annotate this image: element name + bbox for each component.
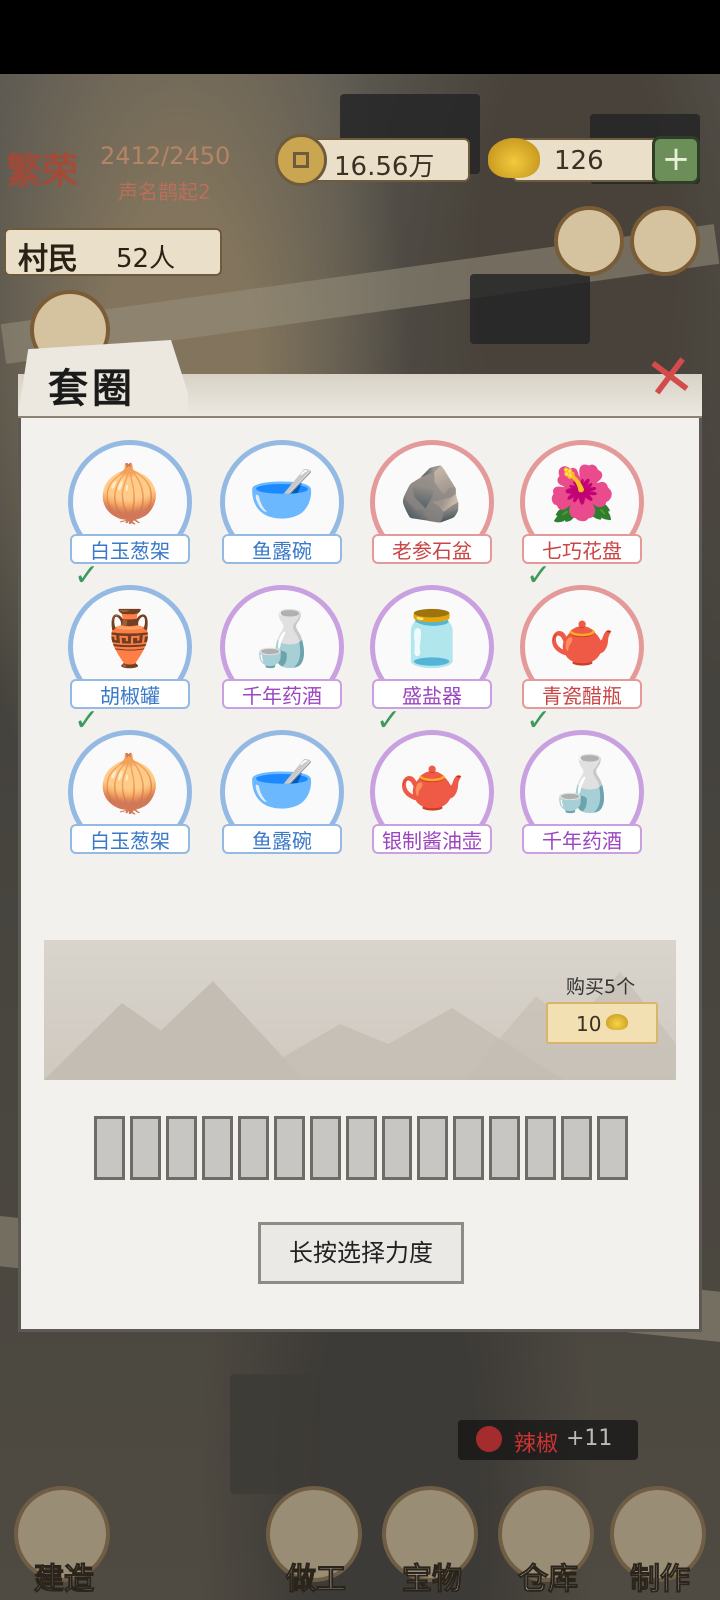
prize-grid: 🧅 白玉葱架 🥣 鱼露碗 🪨 老参石盆 🌺 七巧花盘 🏺 胡椒罐 ✓ 🍶 千年药酒 🫙 盛盐器 🫖 青瓷醋瓶 ✓ 🧅… xyxy=(40,440,680,870)
hold-to-select-power-button[interactable]: 长按选择力度 xyxy=(258,1222,464,1284)
prize-item: 🥣 鱼露碗 xyxy=(220,440,344,570)
prize-label: 鱼露碗 xyxy=(222,824,342,854)
toast-item: 辣椒 xyxy=(514,1432,559,1457)
nav-label: 建造 xyxy=(34,1562,95,1598)
nav-build[interactable]: 建造 xyxy=(4,1486,124,1600)
villager-label: 村民 xyxy=(18,242,78,277)
resource-toast: 辣椒 +11 xyxy=(458,1420,638,1460)
prize-item: 🫖 青瓷醋瓶 xyxy=(520,585,644,715)
power-segment xyxy=(201,1116,233,1180)
bowl-icon: 🥣 xyxy=(248,752,316,815)
checkmark-icon: ✓ xyxy=(526,558,552,593)
silver-kettle-icon: 🫖 xyxy=(398,752,466,815)
nav-work[interactable]: 做工 xyxy=(256,1486,376,1600)
wine-jar-icon: 🍶 xyxy=(248,607,316,670)
checkmark-icon: ✓ xyxy=(74,558,100,593)
prize-label: 千年药酒 xyxy=(222,679,342,709)
prize-label: 鱼露碗 xyxy=(222,534,342,564)
checkmark-icon: ✓ xyxy=(74,703,100,738)
prize-label: 千年药酒 xyxy=(522,824,642,854)
prosperity-count: 2412/2450 xyxy=(100,142,231,170)
power-segment xyxy=(597,1116,629,1180)
dialog-title: 套圈 xyxy=(48,365,136,412)
prize-item: 🍶 千年药酒 xyxy=(220,585,344,715)
power-segment xyxy=(489,1116,521,1180)
nav-label: 制作 xyxy=(630,1562,691,1598)
gold-ingot-icon xyxy=(606,1014,628,1030)
nav-treasure[interactable]: 宝物 xyxy=(372,1486,492,1600)
prize-item: 🥣 鱼露碗 xyxy=(220,730,344,860)
power-segment xyxy=(345,1116,377,1180)
scroll-icon[interactable] xyxy=(554,206,624,276)
flower-plate-icon: 🌺 xyxy=(548,462,616,525)
prize-item: 🪨 老参石盆 xyxy=(370,440,494,570)
prize-item: 🌺 七巧花盘 xyxy=(520,440,644,570)
power-segment xyxy=(129,1116,161,1180)
coin-amount: 16.56万 xyxy=(334,152,435,182)
prize-label: 银制酱油壶 xyxy=(372,824,492,854)
power-segment xyxy=(525,1116,557,1180)
pepper-jar-icon: 🏺 xyxy=(96,607,164,670)
prize-item: 🍶 千年药酒 xyxy=(520,730,644,860)
villager-count: 52人 xyxy=(116,244,176,274)
scallion-icon: 🧅 xyxy=(96,752,164,815)
chili-icon xyxy=(476,1426,502,1452)
scallion-icon: 🧅 xyxy=(96,462,164,525)
prize-item: 🫖 银制酱油壶 xyxy=(370,730,494,860)
salt-pot-icon: 🫙 xyxy=(398,607,466,670)
power-segment xyxy=(273,1116,305,1180)
checkmark-icon: ✓ xyxy=(526,703,552,738)
coin-icon xyxy=(275,134,327,186)
power-segment xyxy=(309,1116,341,1180)
villager-counter[interactable]: 村民 52人 xyxy=(4,228,222,277)
prize-item: 🧅 白玉葱架 xyxy=(68,440,192,570)
gear-icon[interactable] xyxy=(630,206,700,276)
prosperity-panel[interactable]: 繁荣 2412/2450 声名鹊起2 xyxy=(0,132,255,204)
add-gold-button[interactable]: + xyxy=(652,136,700,184)
power-segment xyxy=(417,1116,449,1180)
prize-item: 🧅 白玉葱架 xyxy=(68,730,192,860)
ginseng-bowl-icon: 🪨 xyxy=(398,462,466,525)
power-segment xyxy=(561,1116,593,1180)
buy-rings-button[interactable]: 10 xyxy=(546,1002,658,1044)
dialog-header: 套圈 xyxy=(18,340,702,418)
nav-craft[interactable]: 制作 xyxy=(600,1486,720,1600)
bowl-icon: 🥣 xyxy=(248,462,316,525)
nav-warehouse[interactable]: 仓库 xyxy=(488,1486,608,1600)
teapot-icon: 🫖 xyxy=(548,607,616,670)
prize-label: 老参石盆 xyxy=(372,534,492,564)
nav-label: 仓库 xyxy=(518,1562,579,1598)
gold-amount: 126 xyxy=(554,146,604,176)
checkmark-icon: ✓ xyxy=(376,703,402,738)
nav-label: 宝物 xyxy=(402,1562,463,1598)
prize-item: 🫙 盛盐器 xyxy=(370,585,494,715)
gold-ingot-icon xyxy=(488,138,540,178)
close-button[interactable]: ✕ xyxy=(637,340,703,414)
prosperity-level: 声名鹊起2 xyxy=(118,180,211,204)
buy-price: 10 xyxy=(576,1012,602,1036)
buy-label: 购买5个 xyxy=(566,976,636,998)
status-bar xyxy=(0,0,720,74)
power-segment xyxy=(165,1116,197,1180)
power-segment xyxy=(94,1116,125,1180)
prosperity-icon: 繁荣 xyxy=(6,150,79,192)
power-segment xyxy=(237,1116,269,1180)
power-meter xyxy=(94,1116,629,1180)
power-segment xyxy=(381,1116,413,1180)
wine-jar-icon: 🍶 xyxy=(548,752,616,815)
prize-item: 🏺 胡椒罐 xyxy=(68,585,192,715)
prize-label: 白玉葱架 xyxy=(70,824,190,854)
toast-amount: +11 xyxy=(566,1426,613,1451)
nav-label: 做工 xyxy=(286,1562,347,1598)
power-segment xyxy=(453,1116,485,1180)
